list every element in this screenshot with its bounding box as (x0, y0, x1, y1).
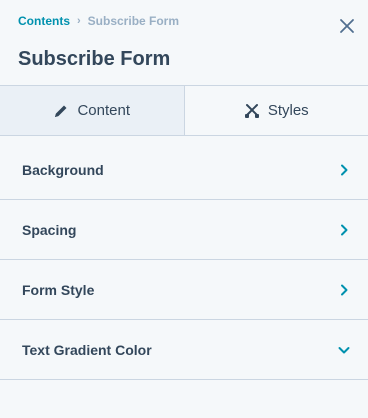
breadcrumb-current: Subscribe Form (87, 14, 180, 28)
section-label: Text Gradient Color (22, 341, 152, 358)
panel-header: Contents › Subscribe Form Subscribe Form (0, 0, 368, 86)
style-sections: Background Spacing Form Style Text Gradi… (0, 137, 368, 380)
crossed-brushes-icon (244, 103, 259, 118)
close-icon (340, 19, 354, 33)
section-form-style[interactable]: Form Style (0, 260, 368, 320)
section-label: Spacing (22, 221, 77, 238)
tab-content-label: Content (77, 102, 131, 119)
chevron-right-icon (341, 224, 348, 235)
tab-styles-label: Styles (267, 102, 309, 119)
chevron-right-icon (341, 284, 348, 295)
styles-panel: Contents › Subscribe Form Subscribe Form… (0, 0, 368, 418)
tab-bar: Content Styles (0, 86, 368, 136)
pencil-icon (55, 105, 67, 117)
breadcrumb-separator: › (77, 15, 81, 27)
tab-content[interactable]: Content (0, 86, 185, 135)
section-text-gradient-color[interactable]: Text Gradient Color (0, 320, 368, 380)
tab-styles[interactable]: Styles (184, 86, 368, 135)
breadcrumb-link-contents[interactable]: Contents (18, 14, 70, 28)
section-label: Background (22, 161, 104, 178)
chevron-right-icon (341, 164, 348, 175)
breadcrumb: Contents › Subscribe Form (18, 14, 179, 28)
section-label: Form Style (22, 281, 95, 298)
section-spacing[interactable]: Spacing (0, 200, 368, 260)
section-background[interactable]: Background (0, 140, 368, 200)
chevron-down-icon (338, 346, 350, 353)
page-title: Subscribe Form (18, 48, 171, 70)
close-button[interactable] (338, 17, 356, 35)
